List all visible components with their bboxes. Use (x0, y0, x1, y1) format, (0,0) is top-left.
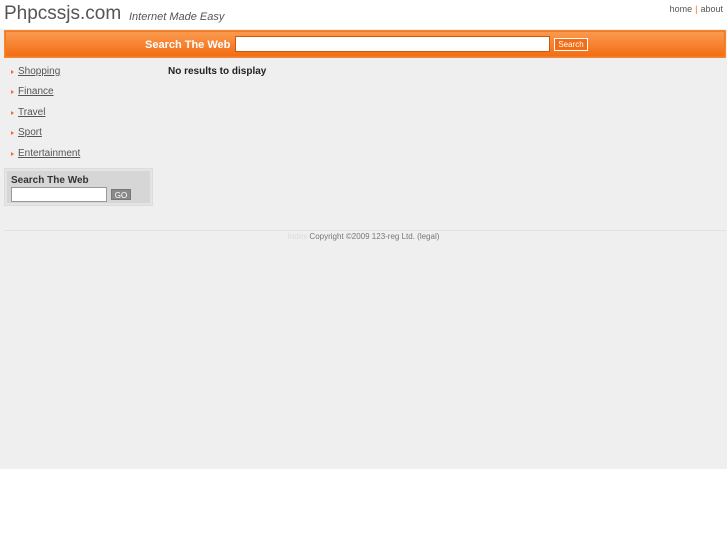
sidebar-item-label: Entertainment (18, 147, 81, 159)
site-title[interactable]: Phpcssjs.com (4, 3, 121, 25)
sidebar-item-travel[interactable]: Travel (4, 104, 153, 124)
no-results-message: No results to display (168, 66, 267, 77)
sidebar-search-input[interactable] (11, 187, 107, 202)
footer-divider (4, 230, 726, 231)
search-label: Search The Web (145, 39, 231, 51)
footer-copyright: Copyright ©2009 123-reg Ltd. (legal) (309, 232, 440, 241)
link-separator: | (695, 4, 698, 14)
header: Phpcssjs.com Internet Made Easy home | abo… (0, 0, 727, 29)
sidebar-item-label: Sport (18, 127, 42, 139)
search-input[interactable] (235, 36, 550, 52)
sidebar-search-panel: Search The Web GO (7, 171, 150, 203)
sidebar-item-label: Travel (18, 106, 46, 118)
top-search-bar: Search The Web Search (4, 30, 726, 58)
sidebar-item-shopping[interactable]: Shopping (4, 63, 153, 83)
sidebar-item-label: Shopping (18, 66, 61, 77)
bullet-arrow-icon (11, 90, 14, 95)
search-button[interactable]: Search (554, 38, 588, 51)
search-bar-background: Search The Web Search (6, 32, 724, 56)
bullet-arrow-icon (11, 110, 14, 115)
bullet-arrow-icon (11, 151, 14, 156)
footer: Index Copyright ©2009 123-reg Ltd. (lega… (0, 232, 727, 241)
footer-index-link[interactable]: Index (288, 232, 308, 241)
go-button[interactable]: GO (111, 189, 131, 200)
sidebar-search-label: Search The Web (11, 175, 89, 186)
sidebar-nav: Shopping Finance Travel Sport Entertainm… (4, 63, 153, 165)
home-link[interactable]: home (670, 4, 693, 14)
sidebar-item-entertainment[interactable]: Entertainment (4, 145, 153, 165)
sidebar-item-sport[interactable]: Sport (4, 124, 153, 144)
bullet-arrow-icon (11, 70, 14, 74)
about-link[interactable]: about (700, 4, 723, 14)
sidebar-item-label: Finance (18, 86, 54, 98)
top-links: home | about (670, 4, 723, 14)
site-tagline: Internet Made Easy (129, 11, 225, 23)
sidebar-search-box: Search The Web GO (4, 168, 153, 206)
bullet-arrow-icon (11, 131, 14, 136)
sidebar-item-finance[interactable]: Finance (4, 83, 153, 103)
page-background: Phpcssjs.com Internet Made Easy home | abo… (0, 0, 727, 469)
